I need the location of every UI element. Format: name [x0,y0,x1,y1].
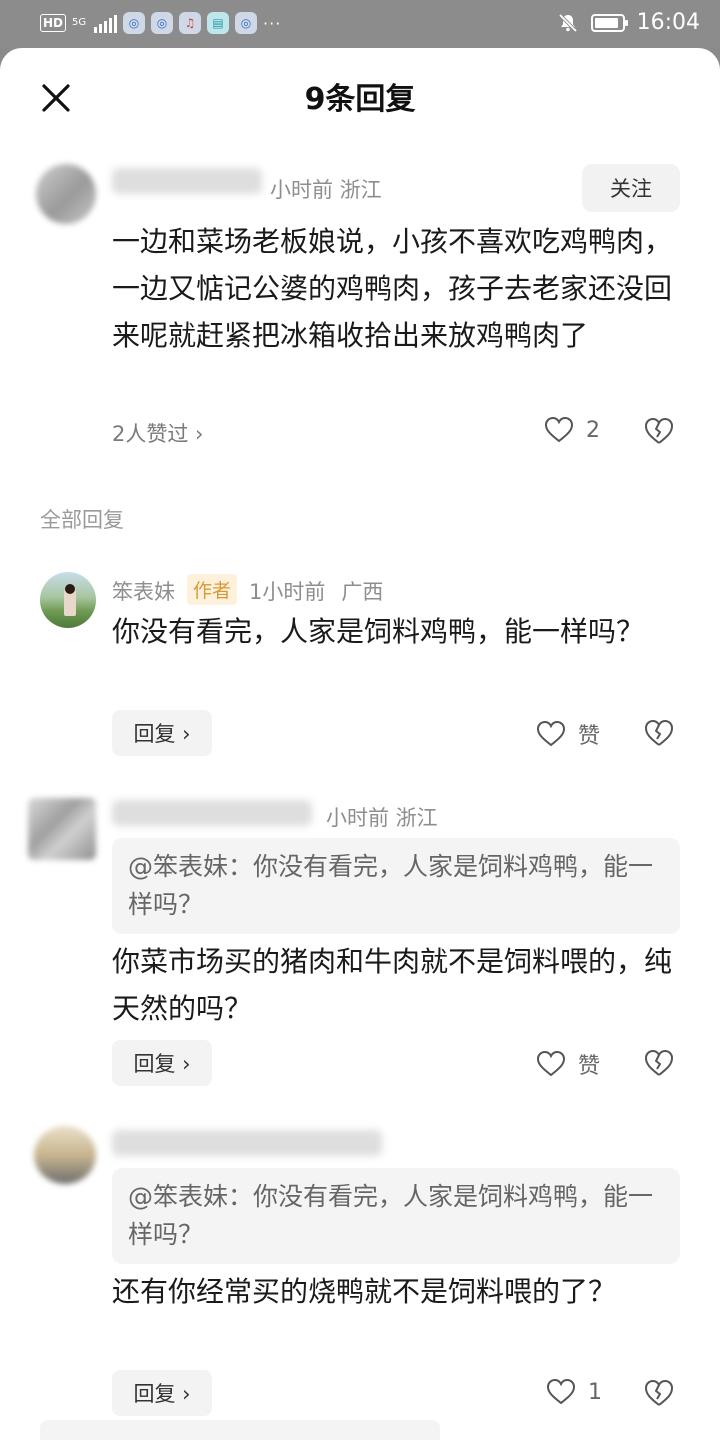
comment-text: 一边和菜场老板娘说，小孩不喜欢吃鸡鸭肉，一边又惦记公婆的鸡鸭肉，孩子去老家还没回… [112,225,673,352]
quoted-reply: @笨表妹：你没有看完，人家是饲料鸡鸭，能一样吗？ [112,1168,680,1264]
like-count: 1 [588,1379,602,1405]
reader-app-icon: ▤ [207,12,230,34]
reply-button[interactable]: 回复 › [112,710,212,756]
page-title: 9条回复 [304,82,416,117]
replies-sheet: 9条回复 小时前 浙江 关注 一边和菜场老板娘说，小孩不喜欢吃鸡鸭肉，一边又惦记… [0,48,720,1440]
like-count: 2 [586,417,600,443]
broken-heart-icon[interactable] [643,718,675,748]
signal-icon [94,13,118,33]
heart-icon [544,416,574,443]
next-reply-partial [40,1420,440,1440]
author-badge: 作者 [187,574,238,605]
reply-button[interactable]: 回复 › [112,1040,212,1086]
avatar[interactable] [36,164,96,224]
status-bar: HD 5G ◎ ◎ ♫ ▤ ◎ ··· 16:04 [0,0,720,48]
mute-bell-icon [558,13,577,32]
avatar[interactable] [28,798,96,860]
broken-heart-icon[interactable] [643,416,675,446]
hd-indicator: HD [40,14,67,32]
browser-app-icon: ◎ [151,12,174,34]
username-blurred[interactable] [112,168,262,194]
reply-text: 你菜市场买的猪肉和牛肉就不是饲料喂的，纯天然的吗？ [112,945,673,1025]
reply-location: 广西 [341,580,384,604]
reply-button[interactable]: 回复 › [112,1370,212,1416]
battery-icon [590,13,628,32]
avatar[interactable] [40,572,96,628]
browser-app-icon: ◎ [123,12,146,34]
browser-app-icon: ◎ [235,12,258,34]
reply-text: 还有你经常买的烧鸭就不是饲料喂的了？ [112,1275,617,1308]
heart-icon [536,720,566,747]
clock: 16:04 [636,10,700,35]
reply-time: 1小时前 [249,580,326,604]
comment-meta: 小时前 浙江 [270,178,382,202]
username-blurred[interactable] [112,1130,382,1156]
like-button[interactable]: 赞 [536,718,600,750]
like-label: 赞 [578,724,601,749]
quoted-reply: @笨表妹：你没有看完，人家是饲料鸡鸭，能一样吗？ [112,838,680,934]
like-button[interactable]: 赞 [536,1048,600,1080]
heart-icon [546,1378,576,1405]
reply-text: 你没有看完，人家是饲料鸡鸭，能一样吗？ [112,615,645,648]
broken-heart-icon[interactable] [643,1378,675,1408]
reply-meta: 小时前 浙江 [326,806,438,830]
like-label: 赞 [578,1054,601,1079]
like-button[interactable]: 2 [544,416,600,444]
likes-summary-link[interactable]: 2人赞过 › [112,418,203,448]
network-5g-indicator: 5G [72,17,87,28]
section-label: 全部回复 [40,508,124,532]
music-app-icon: ♫ [179,12,202,34]
username-blurred[interactable] [112,800,312,826]
more-notifications-icon: ··· [263,13,282,33]
reply-meta: 笨表妹 作者 1小时前 广西 [112,574,383,606]
avatar[interactable] [34,1126,96,1184]
like-button[interactable]: 1 [546,1378,602,1406]
reply-username[interactable]: 笨表妹 [112,580,175,604]
follow-button[interactable]: 关注 [582,164,680,212]
broken-heart-icon[interactable] [643,1048,675,1078]
heart-icon [536,1050,566,1077]
sheet-header: 9条回复 [0,48,720,144]
